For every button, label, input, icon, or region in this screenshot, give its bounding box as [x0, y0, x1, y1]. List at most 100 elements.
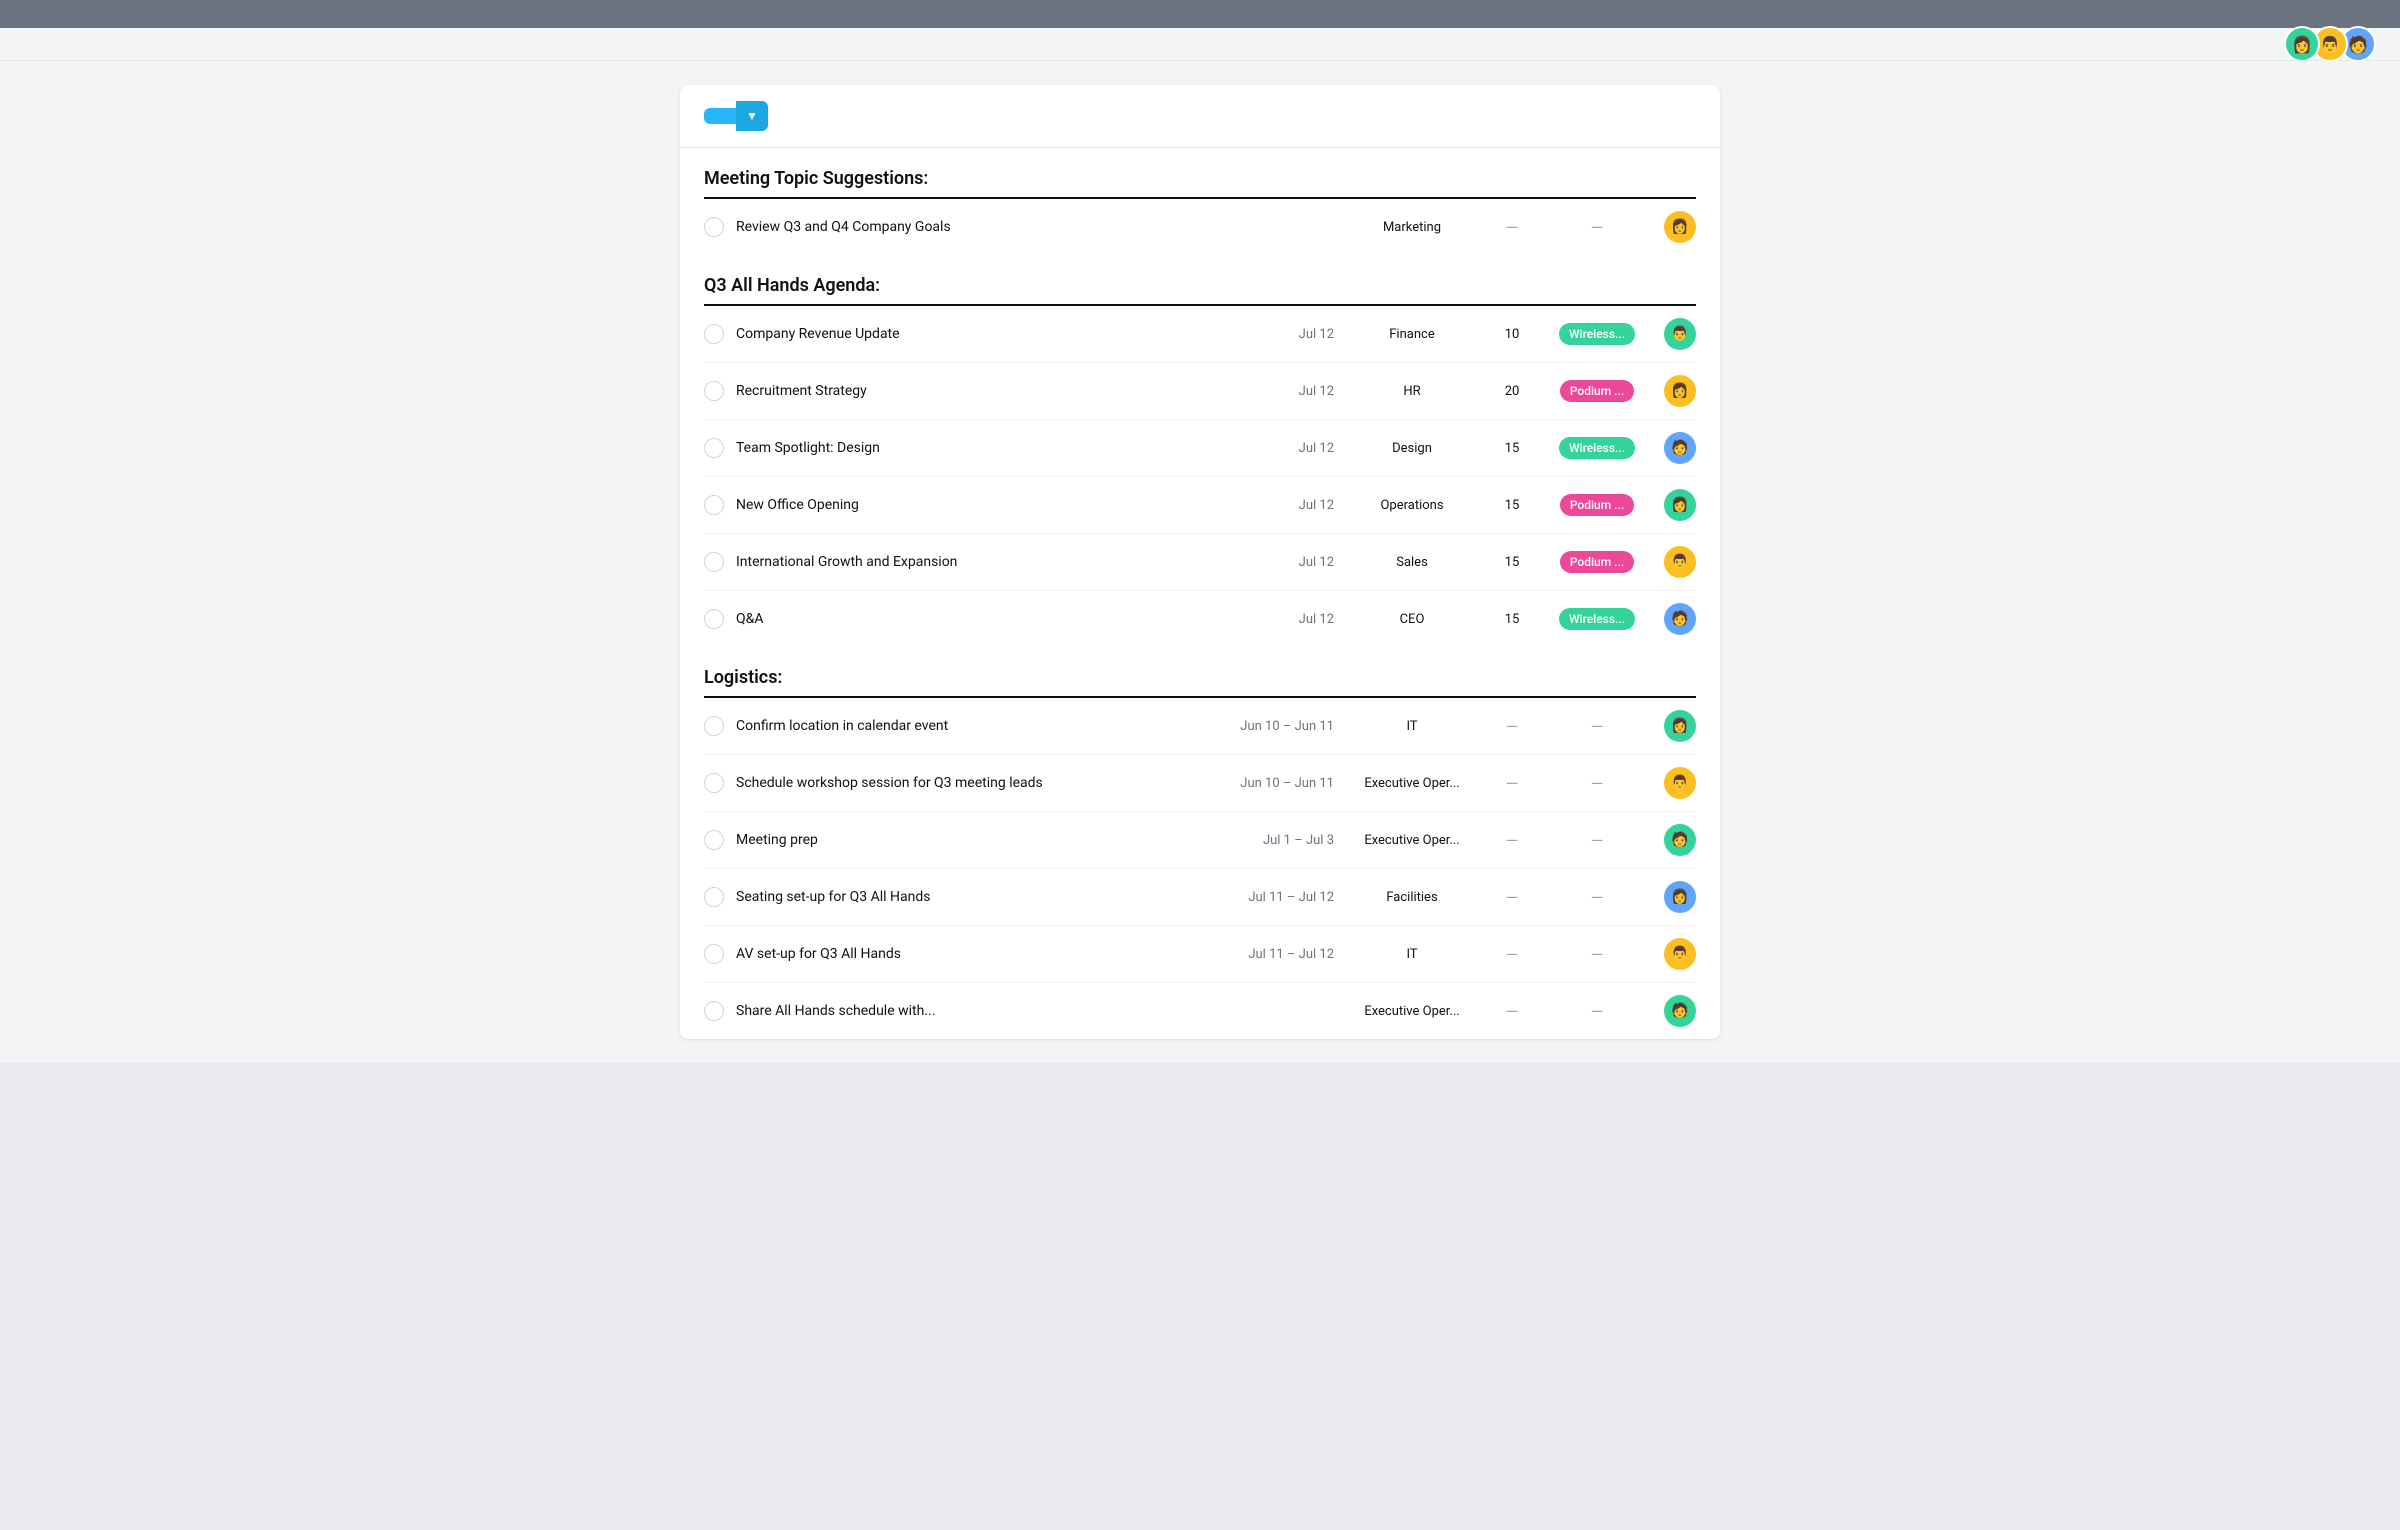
task-card: ▼ Meeting Topic Suggestions: Review Q3 an…: [680, 85, 1720, 1039]
task-name: Share All Hands schedule with...: [736, 1003, 1224, 1019]
task-team: Executive Oper...: [1342, 1004, 1482, 1019]
top-bar: [0, 0, 2400, 28]
task-checkbox[interactable]: [704, 887, 724, 907]
table-row: Schedule workshop session for Q3 meeting…: [704, 755, 1696, 812]
mic-badge[interactable]: Wireless...: [1559, 437, 1635, 459]
task-time: —: [1482, 774, 1542, 793]
task-checkbox[interactable]: [704, 552, 724, 572]
task-assignee: 👨: [1652, 938, 1696, 970]
section-1: Q3 All Hands Agenda:Company Revenue Upda…: [680, 255, 1720, 647]
task-date: Jul 11 – Jul 12: [1224, 890, 1334, 905]
avatar[interactable]: 🧑: [1664, 824, 1696, 856]
task-mic: —: [1542, 831, 1652, 850]
mic-badge[interactable]: Podium ...: [1560, 551, 1634, 573]
avatar[interactable]: 👨: [1664, 767, 1696, 799]
task-checkbox[interactable]: [704, 495, 724, 515]
task-assignee: 🧑: [1652, 603, 1696, 635]
task-date: Jul 12: [1224, 384, 1334, 399]
task-assignee: 👩: [1652, 211, 1696, 243]
avatar-1[interactable]: 👩: [2284, 26, 2320, 62]
avatar[interactable]: 🧑: [1664, 995, 1696, 1027]
table-row: Seating set-up for Q3 All HandsJul 11 – …: [704, 869, 1696, 926]
avatar[interactable]: 👨: [1664, 938, 1696, 970]
table-row: Team Spotlight: DesignJul 12Design15Wire…: [704, 420, 1696, 477]
task-checkbox[interactable]: [704, 438, 724, 458]
avatar[interactable]: 👨: [1664, 318, 1696, 350]
task-assignee: 👩: [1652, 710, 1696, 742]
main-content: ▼ Meeting Topic Suggestions: Review Q3 an…: [0, 61, 2400, 1063]
task-date: Jul 12: [1224, 498, 1334, 513]
mic-badge[interactable]: Wireless...: [1559, 323, 1635, 345]
task-time: 15: [1482, 498, 1542, 513]
task-checkbox[interactable]: [704, 944, 724, 964]
task-date: Jul 12: [1224, 555, 1334, 570]
avatar[interactable]: 🧑: [1664, 603, 1696, 635]
avatar[interactable]: 👩: [1664, 489, 1696, 521]
task-checkbox[interactable]: [704, 381, 724, 401]
avatar[interactable]: 👨: [1664, 546, 1696, 578]
task-checkbox[interactable]: [704, 217, 724, 237]
header: 👩 👨 🧑: [0, 28, 2400, 61]
task-date: Jul 11 – Jul 12: [1224, 947, 1334, 962]
task-team: IT: [1342, 947, 1482, 962]
task-mic: Wireless...: [1542, 323, 1652, 345]
task-team: Operations: [1342, 498, 1482, 513]
mic-badge[interactable]: Wireless...: [1559, 608, 1635, 630]
task-checkbox[interactable]: [704, 773, 724, 793]
task-checkbox[interactable]: [704, 716, 724, 736]
task-team: Executive Oper...: [1342, 776, 1482, 791]
task-mic: Podium ...: [1542, 551, 1652, 573]
sections-container: Meeting Topic Suggestions: Review Q3 and …: [680, 148, 1720, 1039]
task-time: 15: [1482, 612, 1542, 627]
task-name: Review Q3 and Q4 Company Goals: [736, 219, 1224, 235]
task-assignee: 👩: [1652, 489, 1696, 521]
section-0: Meeting Topic Suggestions: Review Q3 and …: [680, 148, 1720, 255]
task-checkbox[interactable]: [704, 1001, 724, 1021]
task-team: Sales: [1342, 555, 1482, 570]
task-name: Seating set-up for Q3 All Hands: [736, 889, 1224, 905]
task-time: 15: [1482, 441, 1542, 456]
task-mic: —: [1542, 774, 1652, 793]
mic-badge[interactable]: Podium ...: [1560, 380, 1634, 402]
task-name: Meeting prep: [736, 832, 1224, 848]
add-task-group: ▼: [704, 101, 768, 131]
task-date: Jun 10 – Jun 11: [1224, 776, 1334, 791]
task-mic: Podium ...: [1542, 494, 1652, 516]
task-assignee: 👨: [1652, 318, 1696, 350]
task-checkbox[interactable]: [704, 830, 724, 850]
header-avatars: 👩 👨 🧑: [2284, 26, 2376, 62]
task-mic: —: [1542, 717, 1652, 736]
task-name: International Growth and Expansion: [736, 554, 1224, 570]
task-mic: Wireless...: [1542, 608, 1652, 630]
section-title-2: Logistics:: [704, 647, 1696, 696]
avatar[interactable]: 🧑: [1664, 432, 1696, 464]
task-name: Company Revenue Update: [736, 326, 1224, 342]
task-team: Design: [1342, 441, 1482, 456]
task-assignee: 👩: [1652, 375, 1696, 407]
task-assignee: 👨: [1652, 546, 1696, 578]
avatar[interactable]: 👩: [1664, 881, 1696, 913]
task-checkbox[interactable]: [704, 324, 724, 344]
table-row: Confirm location in calendar eventJun 10…: [704, 698, 1696, 755]
table-row: International Growth and ExpansionJul 12…: [704, 534, 1696, 591]
task-checkbox[interactable]: [704, 609, 724, 629]
task-time: —: [1482, 945, 1542, 964]
task-mic: —: [1542, 1002, 1652, 1021]
section-title-0: Meeting Topic Suggestions:: [704, 148, 1696, 197]
add-task-button[interactable]: [704, 108, 736, 124]
task-name: Team Spotlight: Design: [736, 440, 1224, 456]
task-name: AV set-up for Q3 All Hands: [736, 946, 1224, 962]
avatar[interactable]: 👩: [1664, 375, 1696, 407]
task-mic: —: [1542, 945, 1652, 964]
avatar[interactable]: 👩: [1664, 710, 1696, 742]
table-row: Recruitment StrategyJul 12HR20Podium ...…: [704, 363, 1696, 420]
section-2: Logistics:Confirm location in calendar e…: [680, 647, 1720, 1039]
table-row: New Office OpeningJul 12Operations15Podi…: [704, 477, 1696, 534]
add-task-dropdown-button[interactable]: ▼: [736, 101, 768, 131]
task-team: Marketing: [1342, 220, 1482, 235]
task-date: Jun 10 – Jun 11: [1224, 719, 1334, 734]
task-assignee: 🧑: [1652, 432, 1696, 464]
avatar[interactable]: 👩: [1664, 211, 1696, 243]
table-row: AV set-up for Q3 All HandsJul 11 – Jul 1…: [704, 926, 1696, 983]
mic-badge[interactable]: Podium ...: [1560, 494, 1634, 516]
